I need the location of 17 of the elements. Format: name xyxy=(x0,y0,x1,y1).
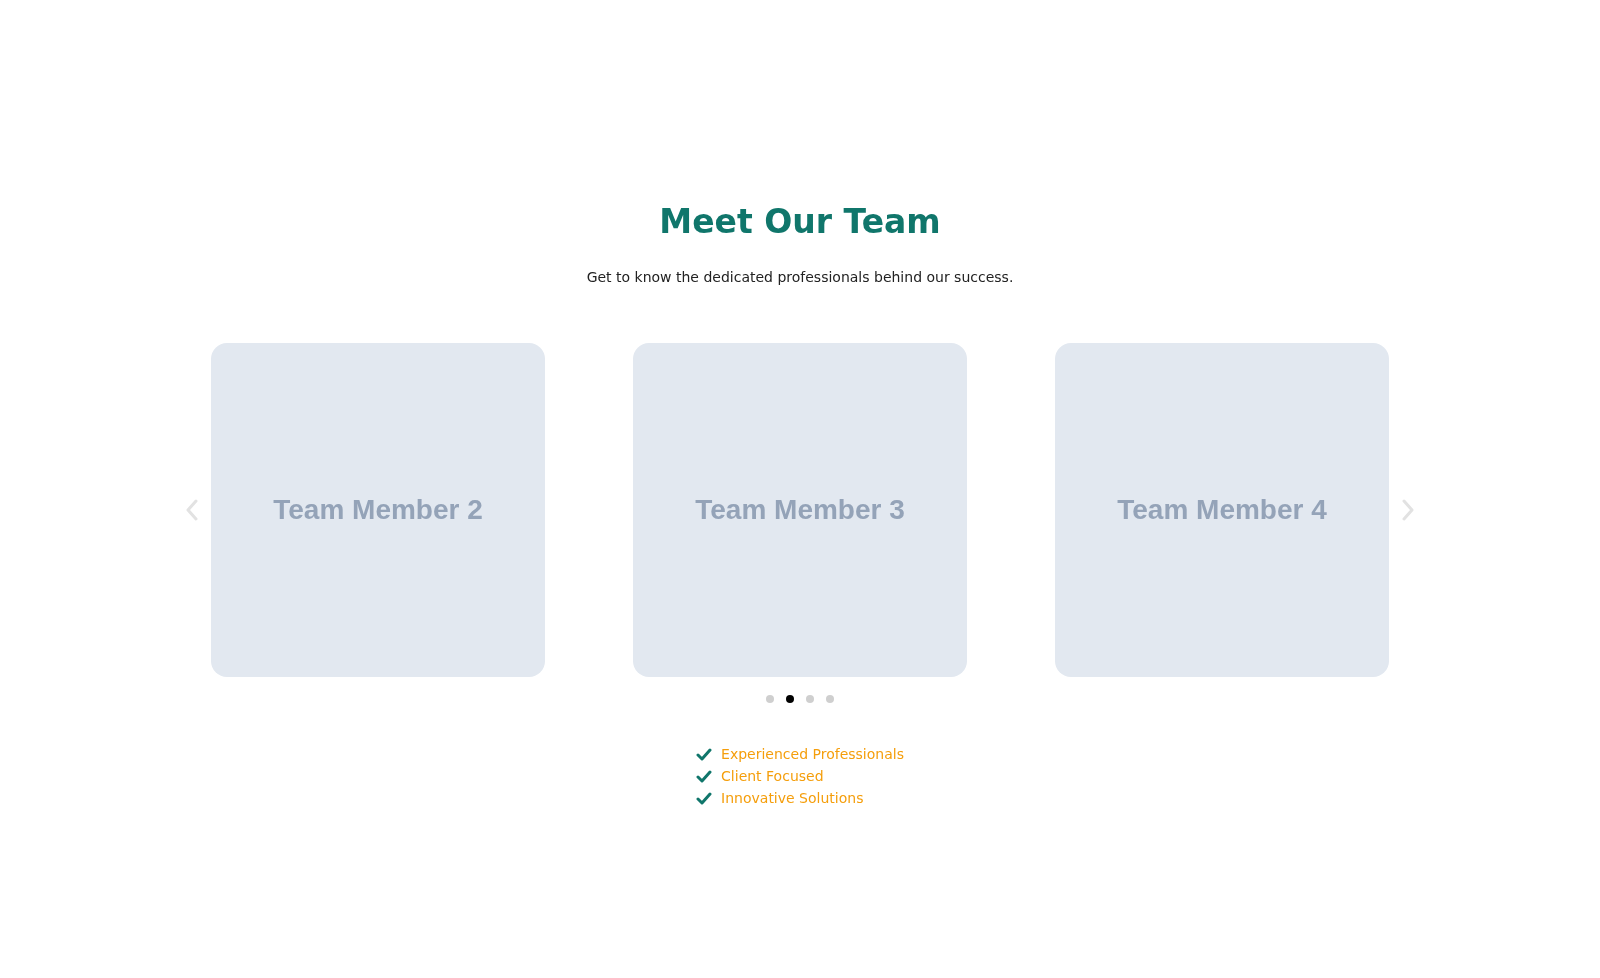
carousel-dot[interactable] xyxy=(806,695,814,703)
feature-text: Experienced Professionals xyxy=(721,746,904,762)
carousel-dot[interactable] xyxy=(766,695,774,703)
checkmark-icon xyxy=(696,769,713,783)
feature-text: Innovative Solutions xyxy=(721,790,864,806)
card-label: Team Member 2 xyxy=(273,494,483,526)
chevron-right-icon xyxy=(1401,498,1415,522)
chevron-left-icon xyxy=(185,498,199,522)
section-subtitle: Get to know the dedicated professionals behind our success. xyxy=(586,269,1014,285)
feature-text: Client Focused xyxy=(721,768,824,784)
checkmark-icon xyxy=(696,791,713,805)
checkmark-icon xyxy=(696,747,713,761)
section-heading: Meet Our Team xyxy=(659,201,941,243)
carousel-dot[interactable] xyxy=(786,695,794,703)
card-label: Team Member 4 xyxy=(1117,494,1327,526)
carousel-dot[interactable] xyxy=(826,695,834,703)
card-label: Team Member 3 xyxy=(695,494,905,526)
